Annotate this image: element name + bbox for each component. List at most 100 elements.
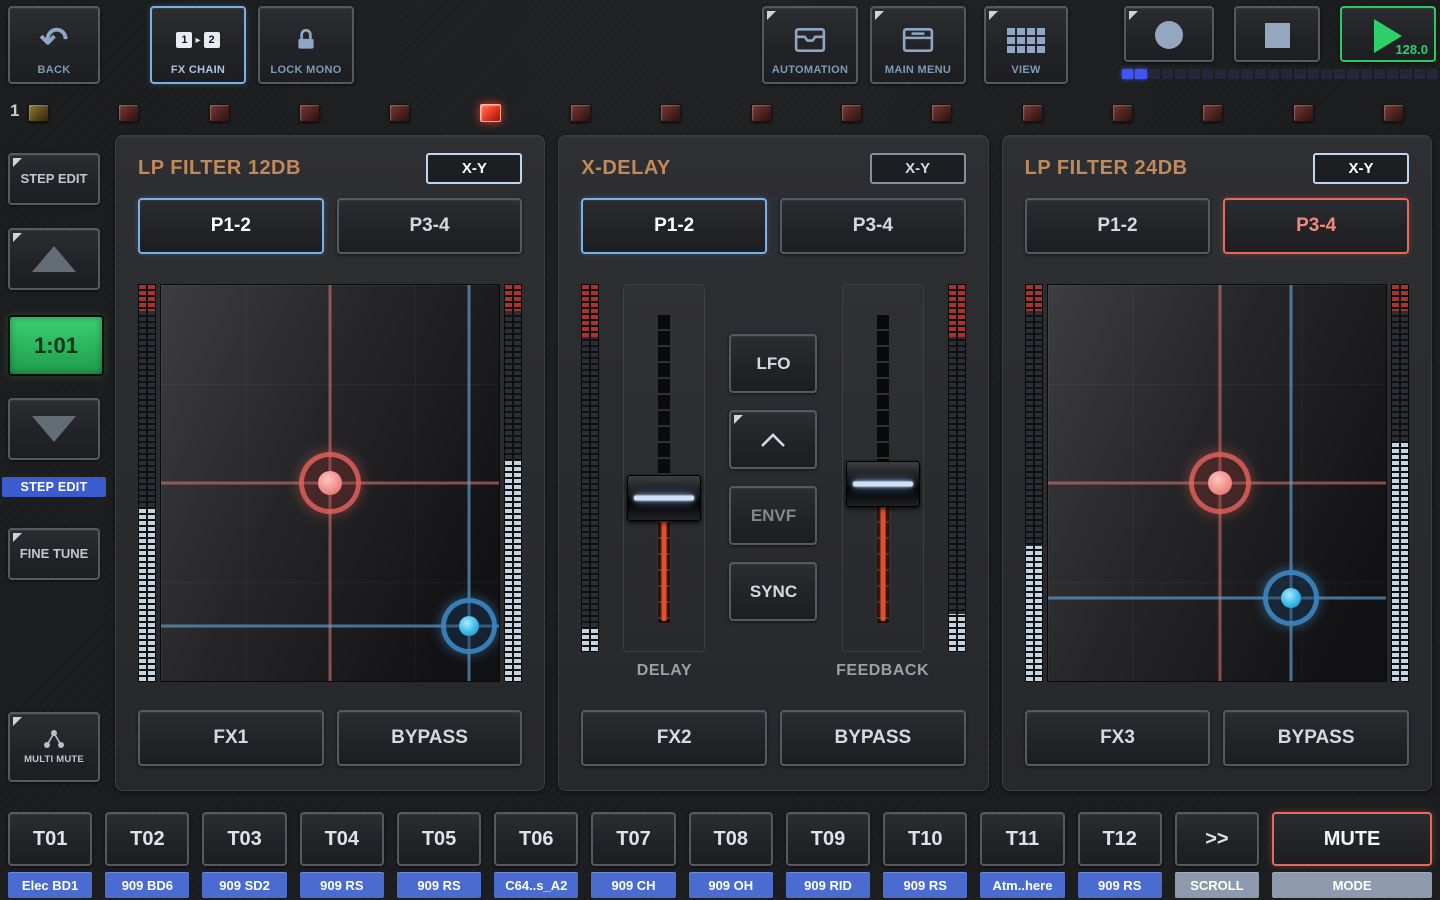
xy-puck-red[interactable] [299,452,361,514]
track-button-t10[interactable]: T10 [883,812,967,866]
lock-mono-label: LOCK MONO [270,64,341,76]
view-button[interactable]: VIEW [984,6,1068,84]
level-meter-right [948,284,966,652]
envf-button[interactable]: ENVF [729,486,817,545]
back-icon: ↶ [40,25,69,55]
panel-title: X-DELAY [581,157,670,180]
step-marker-icon[interactable] [209,104,230,122]
preset-p12-button[interactable]: P1-2 [138,198,324,254]
xy-pad[interactable] [1047,284,1387,682]
bar-number: 1 [10,101,19,121]
xy-toggle-button[interactable]: X-Y [870,153,966,184]
step-marker-icon[interactable] [299,104,320,122]
main-menu-button[interactable]: MAIN MENU [870,6,966,84]
bypass-button[interactable]: BYPASS [780,710,966,766]
step-marker-icon[interactable] [1022,104,1043,122]
step-marker-icon[interactable] [1293,104,1314,122]
track-button-t09[interactable]: T09 [786,812,870,866]
step-marker-icon[interactable] [118,104,139,122]
fx-panel-lpfilter12: LP FILTER 12DB X-Y P1-2 P3-4 [115,135,545,791]
view-label: VIEW [1011,64,1040,76]
track-button-t03[interactable]: T03 [202,812,286,866]
level-meter-left [1025,284,1043,682]
fx2-select-button[interactable]: FX2 [581,710,767,766]
track-button-t02[interactable]: T02 [105,812,189,866]
pattern-up-button[interactable] [8,228,100,290]
back-button[interactable]: ↶ BACK [8,6,100,84]
scroll-tracks-button[interactable]: >> [1175,812,1259,866]
sync-button[interactable]: SYNC [729,562,817,621]
track-button-t12[interactable]: T12 [1078,812,1162,866]
delay-slider-cap[interactable] [627,475,701,521]
progress-segment [1122,69,1133,79]
preset-p12-button[interactable]: P1-2 [581,198,767,254]
fx-chain-icon: 1 ▸ 2 [176,16,219,64]
meter-fill [1026,546,1042,681]
multi-mute-icon [41,728,67,750]
track-button-t04[interactable]: T04 [300,812,384,866]
feedback-slider-cap[interactable] [846,461,920,507]
step-marker-icon[interactable] [841,104,862,122]
track-name-label: 909 RS [1078,872,1162,898]
track-bar: T01 Elec BD1 T02 909 BD6 T03 909 SD2 T04… [0,806,1440,900]
stop-button[interactable] [1234,6,1320,62]
track-name-label: 909 RS [883,872,967,898]
track-button-t06[interactable]: T06 [494,812,578,866]
lock-mono-button[interactable]: LOCK MONO [258,6,354,84]
step-edit-button[interactable]: STEP EDIT [8,153,100,205]
mute-mode-button[interactable]: MUTE [1272,812,1432,866]
feedback-slider[interactable] [842,284,924,652]
preset-p34-button[interactable]: P3-4 [337,198,523,254]
track-button-t08[interactable]: T08 [689,812,773,866]
preset-p34-button[interactable]: P3-4 [1223,198,1409,254]
fx-chain-button[interactable]: 1 ▸ 2 FX CHAIN [150,6,246,84]
progress-segment [1255,69,1266,79]
step-marker-icon[interactable] [389,104,410,122]
multi-mute-label: MULTI MUTE [24,754,84,766]
automation-button[interactable]: AUTOMATION [762,6,858,84]
fx1-select-button[interactable]: FX1 [138,710,324,766]
progress-segment [1241,69,1252,79]
fx-panel-lpfilter24: LP FILTER 24DB X-Y P1-2 P3-4 [1002,135,1432,791]
main-menu-icon [902,16,934,64]
bypass-button[interactable]: BYPASS [1223,710,1409,766]
lfo-button[interactable]: LFO [729,334,817,393]
fx3-select-button[interactable]: FX3 [1025,710,1211,766]
track-button-t01[interactable]: T01 [8,812,92,866]
xy-puck-blue[interactable] [1263,570,1319,626]
step-marker-icon[interactable] [751,104,772,122]
xy-puck-blue[interactable] [441,598,497,654]
fine-tune-button[interactable]: FINE TUNE [8,528,100,580]
step-marker-icon[interactable] [660,104,681,122]
multi-mute-button[interactable]: MULTI MUTE [8,712,100,782]
meter-peak [1392,285,1408,311]
step-marker-icon[interactable] [931,104,952,122]
xy-toggle-button[interactable]: X-Y [426,153,522,184]
level-meter-right [1391,284,1409,682]
xy-puck-red[interactable] [1189,452,1251,514]
record-button[interactable] [1124,6,1214,62]
preset-p34-button[interactable]: P3-4 [780,198,966,254]
step-marker-icon[interactable] [1383,104,1404,122]
track-name-label: 909 BD6 [105,872,189,898]
envelope-shape-button[interactable] [729,410,817,469]
xy-toggle-button[interactable]: X-Y [1313,153,1409,184]
track-button-t07[interactable]: T07 [591,812,675,866]
play-button[interactable]: 128.0 [1340,6,1436,62]
meter-fill [1392,443,1408,681]
track-name-label: 909 RS [397,872,481,898]
track-button-t05[interactable]: T05 [397,812,481,866]
track-button-t11[interactable]: T11 [980,812,1064,866]
xy-pad[interactable] [160,284,500,682]
step-marker-icon[interactable] [480,104,501,122]
delay-slider[interactable] [623,284,705,652]
progress-segment [1162,69,1173,79]
step-marker-icon[interactable] [28,104,49,122]
bypass-button[interactable]: BYPASS [337,710,523,766]
step-marker-icon[interactable] [570,104,591,122]
fx-panel-xdelay: X-DELAY X-Y P1-2 P3-4 DELAY [558,135,988,791]
step-marker-icon[interactable] [1112,104,1133,122]
step-marker-icon[interactable] [1202,104,1223,122]
preset-p12-button[interactable]: P1-2 [1025,198,1211,254]
pattern-down-button[interactable] [8,398,100,460]
